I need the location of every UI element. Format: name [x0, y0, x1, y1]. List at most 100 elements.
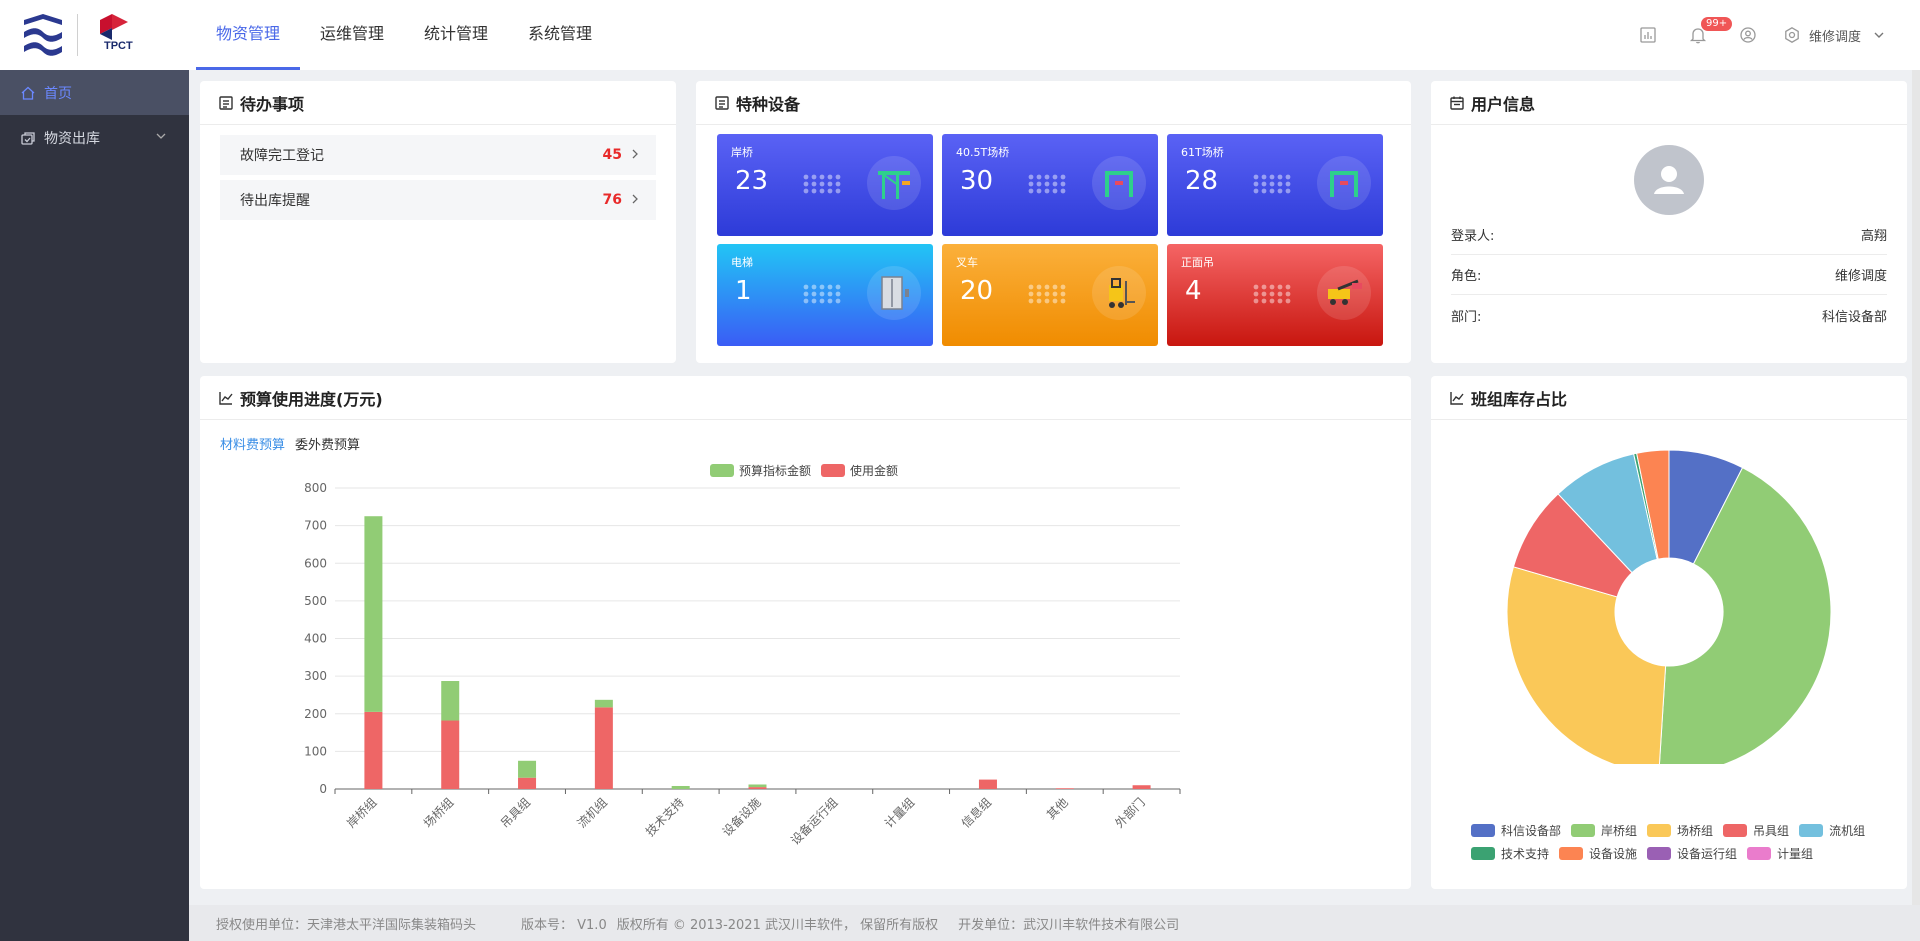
y-tick-label: 600 — [304, 556, 327, 570]
person-icon — [1654, 166, 1684, 194]
decorative-dots — [803, 284, 843, 308]
legend-label: 吊具组 — [1753, 824, 1790, 838]
tab-outsourcing-budget[interactable]: 委外费预算 — [295, 434, 360, 453]
special-equipment-card-header: 特种设备 — [696, 81, 1411, 125]
sidebar: 首页 物资出库 — [0, 70, 189, 941]
bar-budget[interactable] — [594, 699, 613, 708]
tab-material-budget[interactable]: 材料费预算 — [220, 434, 285, 453]
legend-item[interactable]: 流机组 — [1799, 822, 1865, 839]
sidebar-item-home[interactable]: 首页 — [0, 70, 189, 115]
y-tick-label: 500 — [304, 594, 327, 608]
legend-swatch — [1559, 847, 1584, 860]
legend-label: 技术支持 — [1501, 847, 1550, 861]
tile-reach-stacker[interactable]: 正面吊 4 — [1167, 244, 1383, 346]
user-info-card: 用户信息 登录人: 高翔 角色: 维修调度 部门: 科信设备部 — [1431, 81, 1907, 363]
bar-used[interactable] — [441, 720, 460, 789]
tile-405t-gantry[interactable]: 40.5T场桥 30 — [942, 134, 1158, 236]
legend-item[interactable]: 技术支持 — [1471, 845, 1549, 862]
tile-name: 40.5T场桥 — [956, 146, 1010, 159]
footer: 授权使用单位：天津港太平洋国际集装箱码头 版本号： V1.0 版权所有 © 201… — [189, 905, 1920, 941]
outbound-icon — [20, 130, 38, 146]
legend-item[interactable]: 设备运行组 — [1647, 845, 1737, 862]
bar-used[interactable] — [978, 779, 997, 789]
user-circle-icon — [1740, 27, 1756, 43]
sidebar-item-outbound[interactable]: 物资出库 — [0, 115, 189, 160]
avatar — [1634, 145, 1704, 215]
nav-item-materials[interactable]: 物资管理 — [196, 0, 301, 70]
bar-used[interactable] — [1132, 785, 1151, 789]
legend-label: 流机组 — [1829, 824, 1866, 838]
x-tick-label: 设备运行组 — [788, 795, 840, 847]
tile-elevator[interactable]: 电梯 1 — [717, 244, 933, 346]
x-tick-label: 计量组 — [882, 795, 917, 830]
todo-item-outbound-reminder[interactable]: 待出库提醒 76 — [220, 180, 656, 220]
footer-version-copyright: 版本号： V1.0 版权所有 © 2013-2021 武汉川丰软件， 保留所有版权 — [521, 914, 938, 933]
footer-copyright: 版权所有 © 2013-2021 武汉川丰软件， 保留所有版权 — [616, 917, 939, 933]
tile-name: 电梯 — [731, 256, 753, 269]
gantry-crane-icon — [1092, 156, 1146, 210]
footer-developer: 开发单位：武汉川丰软件技术有限公司 — [958, 917, 1180, 933]
bar-budget[interactable] — [748, 784, 767, 788]
x-tick-label: 流机组 — [575, 795, 610, 830]
main-nav: 物资管理 运维管理 统计管理 系统管理 — [196, 0, 612, 70]
bar-budget[interactable] — [441, 681, 460, 721]
chevron-down-icon — [1874, 32, 1884, 38]
todo-item-count: 76 — [602, 192, 622, 208]
legend-item[interactable]: 吊具组 — [1723, 822, 1789, 839]
chevron-down-icon — [156, 133, 166, 139]
x-tick-label: 外部门 — [1112, 795, 1148, 831]
y-tick-label: 100 — [304, 744, 327, 758]
notification-button[interactable]: 99+ — [1673, 0, 1733, 70]
user-menu[interactable]: 维修调度 — [1783, 26, 1885, 45]
legend-item[interactable]: 科信设备部 — [1471, 822, 1561, 839]
home-icon — [20, 85, 38, 101]
footer-license: 授权使用单位：天津港太平洋国际集装箱码头 — [216, 917, 477, 933]
y-tick-label: 700 — [304, 519, 327, 533]
legend-item[interactable]: 场桥组 — [1647, 822, 1713, 839]
legend-item[interactable]: 设备设施 — [1559, 845, 1637, 862]
tile-value: 23 — [735, 166, 769, 196]
todo-item-fault-completion[interactable]: 故障完工登记 45 — [220, 135, 656, 175]
footer-version: 版本号： V1.0 — [521, 917, 607, 933]
x-tick-label: 其他 — [1044, 795, 1071, 822]
tile-value: 20 — [960, 276, 994, 306]
legend-item[interactable]: 岸桥组 — [1571, 822, 1637, 839]
page-scrollbar[interactable] — [1912, 70, 1920, 905]
special-equipment-card: 特种设备 岸桥 23 40.5T场桥 30 61T场桥 28 电梯 1 叉车 20 正面吊 4 — [696, 81, 1411, 363]
report-button[interactable] — [1623, 0, 1673, 70]
nav-item-operations[interactable]: 运维管理 — [300, 0, 404, 70]
legend-swatch — [1747, 847, 1772, 860]
bar-budget[interactable] — [671, 785, 690, 789]
profile-button[interactable] — [1723, 0, 1773, 70]
bar-used[interactable] — [364, 711, 383, 789]
tile-forklift[interactable]: 叉车 20 — [942, 244, 1158, 346]
line-chart-icon — [1449, 390, 1465, 406]
legend-item[interactable]: 计量组 — [1747, 845, 1813, 862]
todo-card-title: 待办事项 — [240, 94, 305, 114]
bar-budget[interactable] — [518, 760, 537, 778]
sidebar-item-label: 物资出库 — [44, 130, 100, 147]
bar-used[interactable] — [594, 707, 613, 789]
info-value: 维修调度 — [1834, 269, 1887, 284]
legend-swatch — [1471, 824, 1495, 837]
nav-item-system[interactable]: 系统管理 — [508, 0, 612, 70]
inventory-card-title: 班组库存占比 — [1471, 389, 1568, 409]
quay-crane-icon — [867, 156, 921, 210]
inventory-card-header: 班组库存占比 — [1431, 376, 1907, 420]
x-tick-label: 设备设施 — [720, 795, 764, 839]
bar-used[interactable] — [748, 787, 767, 789]
tpct-logo-text: TPCT — [104, 40, 133, 52]
x-tick-label: 技术支持 — [642, 795, 687, 840]
settings-icon — [1785, 27, 1799, 43]
bar-used[interactable] — [1055, 788, 1074, 789]
info-label: 部门: — [1451, 309, 1482, 325]
nav-item-statistics[interactable]: 统计管理 — [404, 0, 508, 70]
decorative-dots — [1253, 174, 1293, 198]
pie-slice[interactable] — [1506, 566, 1667, 764]
brand-logo[interactable]: TPCT — [22, 12, 137, 58]
list-icon — [218, 95, 234, 111]
bar-budget[interactable] — [364, 516, 383, 712]
tile-61t-gantry[interactable]: 61T场桥 28 — [1167, 134, 1383, 236]
tile-quay-crane[interactable]: 岸桥 23 — [717, 134, 933, 236]
bar-used[interactable] — [518, 777, 537, 789]
